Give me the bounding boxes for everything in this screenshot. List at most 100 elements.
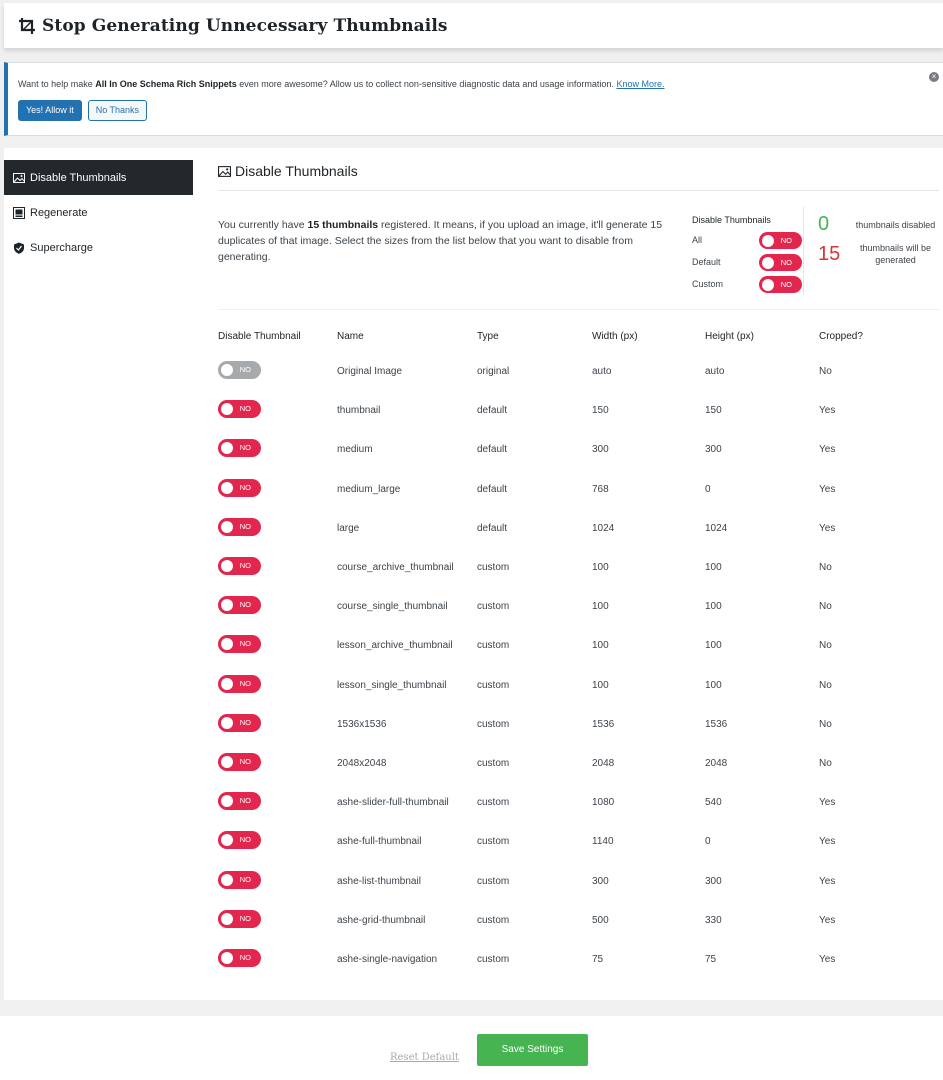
disable-cell: NO bbox=[218, 509, 337, 548]
description-part-1: You currently have bbox=[218, 219, 308, 231]
vertical-divider bbox=[803, 207, 804, 295]
sidebar: Disable Thumbnails Regenerate Supercharg… bbox=[4, 160, 193, 265]
know-more-link[interactable]: Know More. bbox=[616, 79, 664, 89]
disable-thumbnail-toggle[interactable]: NO bbox=[218, 361, 261, 380]
toggle-text: NO bbox=[239, 678, 251, 688]
column-header-type: Type bbox=[477, 330, 499, 342]
notice-text-before: Want to help make bbox=[18, 79, 96, 89]
disable-cell: NO bbox=[218, 666, 337, 705]
sidebar-item-supercharge[interactable]: Supercharge bbox=[4, 230, 193, 265]
table-row: NO large default 1024 1024 Yes bbox=[218, 509, 939, 548]
regenerate-icon bbox=[13, 206, 25, 219]
toggle-knob bbox=[221, 481, 233, 494]
disable-thumbnail-toggle[interactable]: NO bbox=[218, 948, 261, 967]
disable-all-toggle[interactable]: NO bbox=[759, 231, 802, 249]
disable-cell: NO bbox=[218, 470, 337, 509]
name-cell: ashe-list-thumbnail bbox=[337, 875, 421, 887]
toggle-text: NO bbox=[239, 600, 251, 610]
stats: 0 thumbnails disabled 15 thumbnails will… bbox=[818, 213, 943, 272]
disable-cell: NO bbox=[218, 861, 337, 900]
section-title-text: Disable Thumbnails bbox=[235, 163, 358, 179]
sidebar-item-regenerate[interactable]: Regenerate bbox=[4, 195, 193, 230]
name-cell: large bbox=[337, 522, 360, 534]
type-cell: default bbox=[477, 405, 508, 417]
content-area: Disable Thumbnails You currently have 15… bbox=[218, 148, 939, 979]
settings-panel: Disable Thumbnails Regenerate Supercharg… bbox=[4, 148, 943, 1000]
table-row: NO thumbnail default 150 150 Yes bbox=[218, 391, 939, 430]
toggle-knob bbox=[221, 873, 233, 886]
allow-tracking-button[interactable]: Yes! Allow it bbox=[18, 100, 82, 121]
toggle-knob bbox=[762, 278, 774, 291]
toggle-text: NO bbox=[239, 952, 251, 962]
disable-cell: NO bbox=[218, 391, 337, 430]
width-cell: 1024 bbox=[592, 522, 615, 534]
toggle-knob bbox=[762, 256, 774, 269]
reset-default-link[interactable]: Reset Default bbox=[390, 1052, 459, 1063]
table-row: NO 2048x2048 custom 2048 2048 No bbox=[218, 744, 939, 783]
toggle-text: NO bbox=[780, 235, 792, 245]
toggle-knob bbox=[221, 638, 233, 651]
type-cell: custom bbox=[477, 797, 510, 809]
disable-thumbnail-toggle[interactable]: NO bbox=[218, 909, 261, 928]
name-cell: medium bbox=[337, 444, 373, 456]
disable-cell: NO bbox=[218, 783, 337, 822]
cropped-cell: Yes bbox=[819, 836, 836, 848]
disable-thumbnail-toggle[interactable]: NO bbox=[218, 831, 261, 850]
table-row: NO 1536x1536 custom 1536 1536 No bbox=[218, 705, 939, 744]
quick-toggles-title: Disable Thumbnails bbox=[692, 215, 771, 225]
disable-thumbnail-toggle[interactable]: NO bbox=[218, 870, 261, 889]
shield-icon bbox=[13, 242, 25, 254]
disable-thumbnail-toggle[interactable]: NO bbox=[218, 635, 261, 654]
cropped-cell: Yes bbox=[819, 953, 836, 965]
toggle-text: NO bbox=[239, 639, 251, 649]
disable-thumbnail-toggle[interactable]: NO bbox=[218, 674, 261, 693]
name-cell: medium_large bbox=[337, 483, 401, 495]
height-cell: 1024 bbox=[705, 522, 728, 534]
disable-thumbnail-toggle[interactable]: NO bbox=[218, 517, 261, 536]
height-cell: 2048 bbox=[705, 757, 728, 769]
height-cell: 0 bbox=[705, 483, 711, 495]
disable-thumbnail-toggle[interactable]: NO bbox=[218, 400, 261, 419]
generated-label: thumbnails will be generated bbox=[859, 243, 932, 265]
disable-thumbnail-toggle[interactable]: NO bbox=[218, 478, 261, 497]
toggle-knob bbox=[221, 403, 233, 416]
save-settings-button[interactable]: Save Settings bbox=[477, 1034, 588, 1066]
disable-thumbnail-toggle[interactable]: NO bbox=[218, 557, 261, 576]
divider bbox=[218, 309, 939, 310]
dismiss-notice-icon[interactable]: × bbox=[929, 72, 939, 82]
disable-thumbnail-toggle[interactable]: NO bbox=[218, 596, 261, 615]
cropped-cell: No bbox=[819, 562, 832, 574]
name-cell: lesson_single_thumbnail bbox=[337, 679, 447, 691]
cropped-cell: Yes bbox=[819, 875, 836, 887]
type-cell: original bbox=[477, 366, 510, 378]
width-cell: 300 bbox=[592, 444, 609, 456]
sidebar-item-disable-thumbnails[interactable]: Disable Thumbnails bbox=[4, 160, 193, 195]
disable-cell: NO bbox=[218, 940, 337, 979]
disabled-label: thumbnails disabled bbox=[855, 219, 936, 230]
type-cell: custom bbox=[477, 914, 510, 926]
type-cell: custom bbox=[477, 718, 510, 730]
image-icon bbox=[218, 165, 231, 178]
usage-tracking-notice: Want to help make All In One Schema Rich… bbox=[4, 62, 943, 136]
decline-tracking-button[interactable]: No Thanks bbox=[87, 100, 148, 121]
cropped-cell: Yes bbox=[819, 797, 836, 809]
toggle-text: NO bbox=[239, 913, 251, 923]
width-cell: 768 bbox=[592, 483, 609, 495]
image-icon bbox=[13, 172, 25, 184]
width-cell: 100 bbox=[592, 640, 609, 652]
stat-disabled: 0 thumbnails disabled bbox=[818, 213, 943, 236]
toggle-text: NO bbox=[239, 561, 251, 571]
crop-icon bbox=[18, 17, 36, 35]
toggle-text: NO bbox=[239, 443, 251, 453]
disable-thumbnail-toggle[interactable]: NO bbox=[218, 713, 261, 732]
disable-custom-toggle[interactable]: NO bbox=[759, 275, 802, 293]
disable-default-toggle[interactable]: NO bbox=[759, 253, 802, 271]
name-cell: 2048x2048 bbox=[337, 757, 387, 769]
toggle-text: NO bbox=[239, 874, 251, 884]
disable-thumbnail-toggle[interactable]: NO bbox=[218, 752, 261, 771]
cropped-cell: No bbox=[819, 366, 832, 378]
disable-thumbnail-toggle[interactable]: NO bbox=[218, 792, 261, 811]
disable-thumbnail-toggle[interactable]: NO bbox=[218, 439, 261, 458]
toggle-knob bbox=[221, 520, 233, 533]
height-cell: auto bbox=[705, 366, 725, 378]
